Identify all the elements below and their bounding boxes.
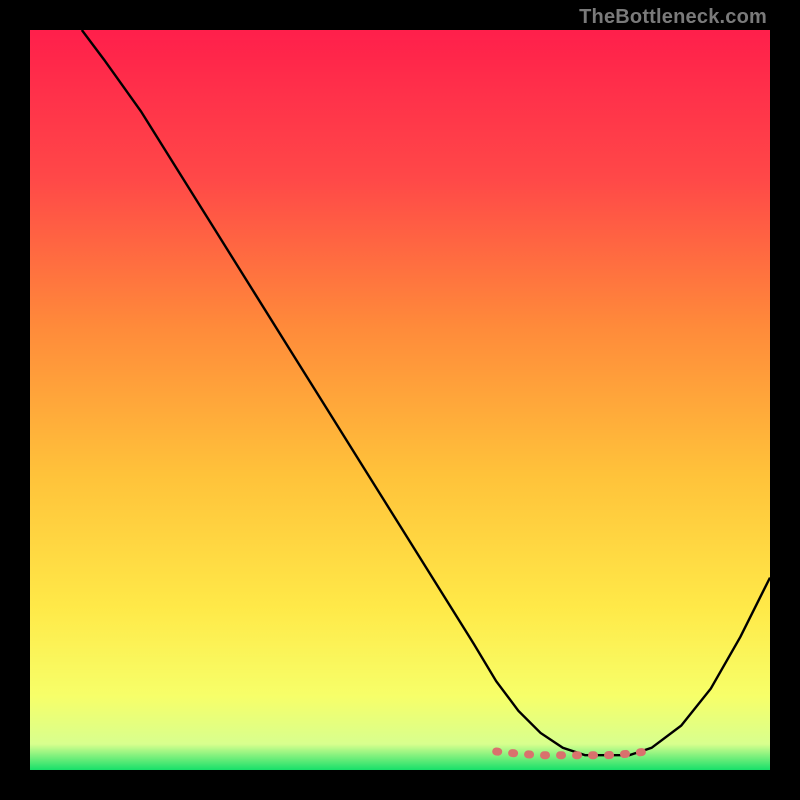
watermark-text: TheBottleneck.com [579,6,767,29]
plot-area [30,30,770,770]
bottleneck-curve [82,30,770,755]
curve-layer [30,30,770,770]
